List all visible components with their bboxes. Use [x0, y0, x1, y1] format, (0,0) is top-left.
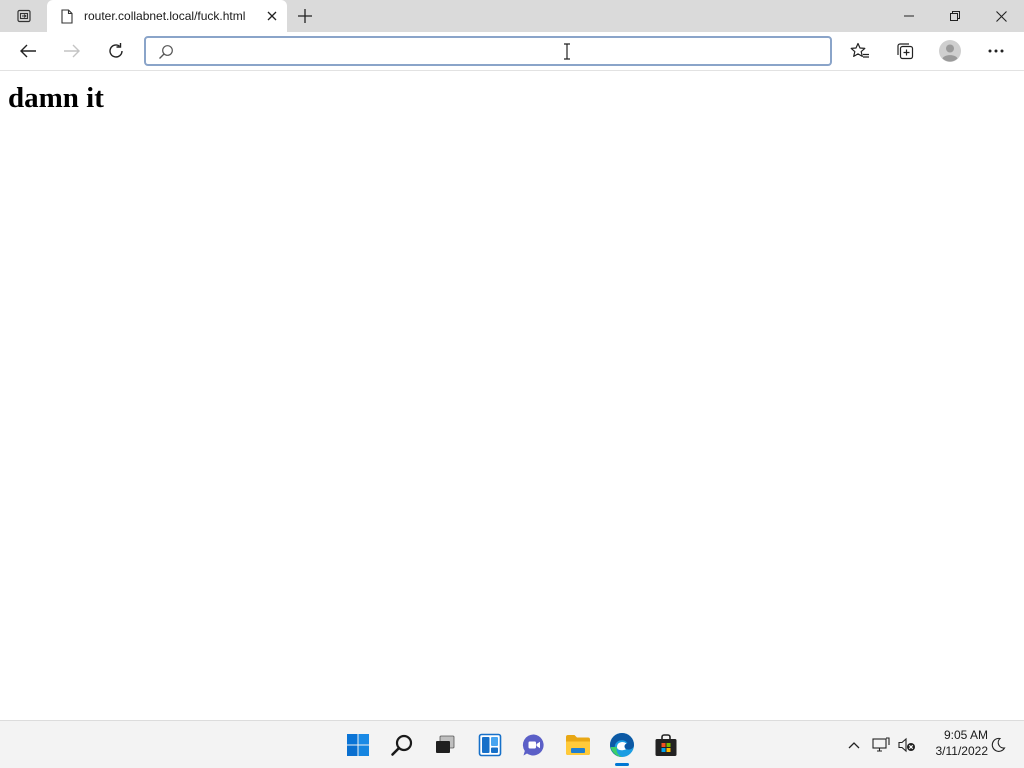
- search-icon: [159, 45, 173, 59]
- star-list-icon: [850, 42, 869, 58]
- refresh-icon: [109, 43, 123, 58]
- tab-actions-button[interactable]: [8, 0, 40, 32]
- favorites-button[interactable]: [843, 35, 877, 67]
- task-view-button[interactable]: [425, 725, 465, 765]
- arrow-left-icon: [20, 44, 36, 58]
- focus-assist-button[interactable]: [986, 733, 1010, 757]
- active-app-indicator: [615, 763, 629, 766]
- page-icon: [59, 8, 75, 24]
- address-bar[interactable]: [144, 36, 832, 66]
- tab-title: router.collabnet.local/fuck.html: [84, 9, 246, 23]
- text-cursor-icon: [564, 43, 570, 60]
- store-icon: [655, 734, 677, 756]
- profile-icon: [939, 40, 961, 62]
- microsoft-store-button[interactable]: [646, 725, 686, 765]
- windows-logo-icon: [347, 734, 369, 756]
- folder-icon: [566, 735, 590, 755]
- clock-time: 9:05 AM: [943, 728, 988, 742]
- restore-icon: [950, 11, 960, 21]
- close-window-button[interactable]: [978, 0, 1024, 32]
- widgets-button[interactable]: [470, 725, 510, 765]
- taskbar-clock[interactable]: 9:05 AM 3/11/2022: [922, 727, 989, 759]
- restore-button[interactable]: [932, 0, 978, 32]
- volume-muted-icon: [898, 737, 915, 753]
- plus-icon: [298, 9, 312, 23]
- settings-menu-button[interactable]: [979, 35, 1013, 67]
- taskbar-search-button[interactable]: [382, 725, 422, 765]
- start-button[interactable]: [338, 725, 378, 765]
- title-bar: router.collabnet.local/fuck.html: [0, 0, 1024, 32]
- network-button[interactable]: [869, 733, 893, 757]
- file-explorer-button[interactable]: [558, 725, 598, 765]
- search-icon: [391, 734, 413, 756]
- browser-tab[interactable]: router.collabnet.local/fuck.html: [47, 0, 287, 32]
- chat-button[interactable]: [514, 725, 554, 765]
- back-button[interactable]: [11, 35, 45, 67]
- clock-date: 3/11/2022: [935, 744, 989, 758]
- taskbar: 9:05 AM 3/11/2022: [0, 720, 1024, 768]
- tab-actions-icon: [17, 9, 31, 23]
- network-icon: [872, 737, 890, 752]
- moon-icon: [991, 737, 1006, 752]
- address-input[interactable]: [182, 41, 822, 61]
- edge-icon: [610, 733, 634, 757]
- chevron-up-icon: [848, 742, 860, 749]
- close-icon: [267, 11, 277, 21]
- minimize-icon: [904, 15, 914, 17]
- task-view-icon: [436, 735, 455, 753]
- widgets-icon: [478, 733, 502, 757]
- chat-icon: [522, 734, 544, 756]
- more-icon: [988, 49, 1004, 53]
- edge-browser-button[interactable]: [602, 725, 642, 765]
- collections-icon: [897, 43, 914, 60]
- page-heading: damn it: [8, 82, 104, 114]
- refresh-button[interactable]: [99, 35, 133, 67]
- minimize-button[interactable]: [886, 0, 932, 32]
- browser-toolbar: [0, 32, 1024, 71]
- volume-button[interactable]: [895, 733, 919, 757]
- close-icon: [995, 10, 1007, 22]
- arrow-right-icon: [64, 44, 80, 58]
- show-hidden-icons-button[interactable]: [842, 733, 866, 757]
- forward-button[interactable]: [55, 35, 89, 67]
- profile-button[interactable]: [933, 35, 967, 67]
- close-tab-button[interactable]: [263, 7, 281, 25]
- collections-button[interactable]: [888, 35, 922, 67]
- page-content: damn it: [0, 72, 1024, 720]
- new-tab-button[interactable]: [290, 0, 320, 32]
